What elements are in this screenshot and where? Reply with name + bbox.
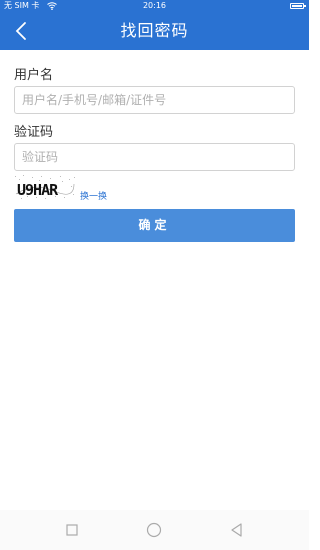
captcha-text: U9HAR [17, 181, 59, 199]
battery-icon [290, 3, 306, 9]
captcha-placeholder: 验证码 [22, 150, 59, 164]
captcha-label: 验证码 [14, 125, 54, 140]
square-icon [66, 524, 78, 536]
circle-icon [146, 522, 162, 538]
status-bar: 无 SIM 卡 20:16 [0, 0, 309, 12]
confirm-button[interactable]: 确定 [14, 209, 295, 242]
triangle-left-icon [231, 523, 242, 537]
captcha-image[interactable]: U9HAR [14, 174, 76, 200]
username-placeholder: 用户名/手机号/邮箱/证件号 [22, 93, 167, 107]
recent-apps-button[interactable] [64, 522, 80, 538]
system-back-button[interactable] [229, 522, 245, 538]
home-button[interactable] [146, 522, 162, 538]
chevron-left-icon [15, 22, 26, 40]
username-input[interactable]: 用户名/手机号/邮箱/证件号 [14, 86, 295, 114]
app-bar: 找回密码 [0, 12, 309, 50]
refresh-captcha-link[interactable]: 换一换 [80, 189, 107, 202]
captcha-input[interactable]: 验证码 [14, 143, 295, 171]
page-title: 找回密码 [120, 21, 189, 40]
clock-text: 20:16 [142, 1, 167, 10]
username-label: 用户名 [14, 68, 54, 83]
system-nav-bar [0, 510, 309, 550]
back-button[interactable] [12, 21, 32, 41]
